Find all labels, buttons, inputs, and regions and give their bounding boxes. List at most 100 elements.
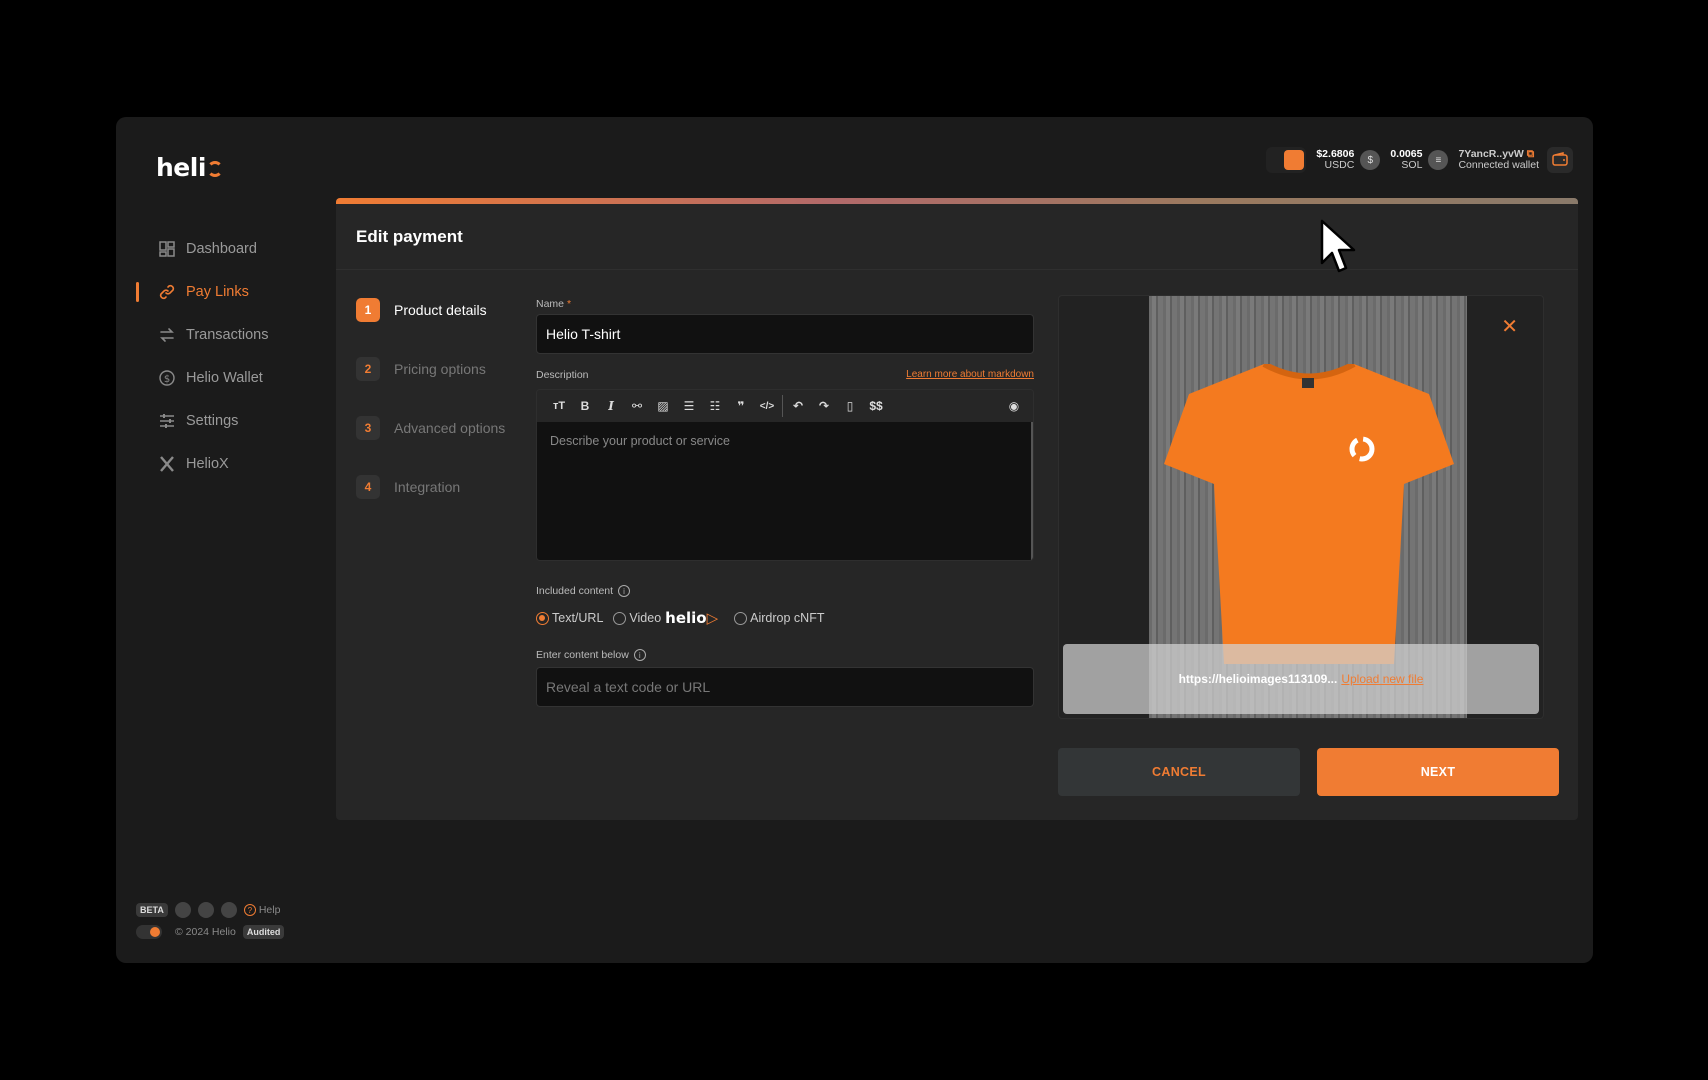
radio-button [734,611,748,625]
sidebar-item-heliox[interactable]: HelioX [116,442,326,485]
included-content-label: Included content i [536,583,1034,599]
image-icon[interactable]: ▨ [650,395,676,417]
sidebar-item-helio-wallet[interactable]: $ Helio Wallet [116,356,326,399]
italic-icon[interactable]: I [598,395,624,417]
step-advanced-options[interactable]: 3 Advanced options [356,416,505,440]
sidebar-nav: Dashboard Pay Links Transactions $ Helio… [116,227,326,485]
link-icon [158,283,176,301]
beta-badge: BETA [136,903,168,917]
radio-label: Video [629,611,662,625]
page-title: Edit payment [336,204,1578,270]
sidebar-item-label: Helio Wallet [186,369,263,386]
store-icon [1284,150,1305,170]
step-label: Pricing options [394,361,486,377]
x-icon [158,455,176,473]
theme-toggle[interactable] [136,925,162,939]
helio-video-logo: helio▷ [665,609,719,627]
usdc-coin-icon: $ [1360,150,1381,170]
form-actions: CANCEL NEXT [1058,748,1559,796]
heading-icon[interactable]: ᴛT [546,395,572,417]
upload-new-file-link[interactable]: Upload new file [1341,672,1423,686]
sidebar-item-label: Settings [186,412,239,429]
sidebar-item-label: Pay Links [186,283,249,300]
markdown-help-link[interactable]: Learn more about markdown [906,369,1034,385]
name-field[interactable]: Helio T-shirt [536,314,1034,354]
stepper: 1 Product details 2 Pricing options 3 Advan… [356,298,505,534]
content-type-radios: Text/URL Video helio▷ Airdrop cNFT [536,609,1034,627]
store-button[interactable] [1266,147,1307,173]
usdc-label: USDC [1324,159,1355,171]
dollar-math-button[interactable]: $$ [863,395,889,417]
topbar-balances: $2.6806 USDC $ 0.0065 SOL ≡ 7YancR..yvW ⧉ C… [1266,147,1573,173]
transfer-arrows-icon [158,326,176,344]
content-input[interactable]: Reveal a text code or URL [536,667,1034,707]
image-preview: ✕ https://helioimages113109... Upload ne… [1058,295,1544,719]
radio-button [536,611,549,625]
close-icon[interactable]: ✕ [1501,314,1518,339]
telegram-icon[interactable] [220,902,237,918]
bullet-list-icon[interactable]: ☰ [676,395,702,417]
connected-wallet[interactable]: 7YancR..yvW ⧉ Connected wallet [1458,149,1539,171]
x-social-icon[interactable] [197,902,214,918]
step-number: 2 [356,357,380,381]
discord-icon[interactable] [174,902,191,918]
preview-eye-icon[interactable]: ◉ [1001,395,1027,417]
sidebar-item-settings[interactable]: Settings [116,399,326,442]
sidebar-item-pay-links[interactable]: Pay Links [116,270,326,313]
bold-icon[interactable]: B [572,395,598,417]
radio-button [613,611,627,625]
help-icon: ? [243,904,256,916]
dashboard-icon [158,240,176,258]
radio-airdrop-cnft[interactable]: Airdrop cNFT [734,611,824,625]
step-number: 1 [356,298,380,322]
wallet-button[interactable] [1547,147,1573,173]
sidebar-item-label: HelioX [186,455,229,472]
usdc-balance: $2.6806 USDC $ [1316,149,1381,171]
audited-badge[interactable]: Audited [242,925,285,939]
undo-icon[interactable]: ↶ [785,395,811,417]
step-number: 4 [356,475,380,499]
sidebar-item-transactions[interactable]: Transactions [116,313,326,356]
info-icon[interactable]: i [633,649,646,661]
quote-icon[interactable]: ❞ [728,395,754,417]
info-icon[interactable]: i [618,585,631,597]
svg-text:$: $ [164,374,170,385]
sidebar-item-label: Dashboard [186,240,257,257]
copyright-text: © 2024 Helio [175,926,236,938]
step-product-details[interactable]: 1 Product details [356,298,505,322]
delete-icon[interactable]: ▯ [837,395,863,417]
sliders-icon [158,412,176,430]
app-window: heli Dashboard Pay Links Transactions $ … [116,117,1593,963]
toolbar-divider [782,395,783,417]
next-button[interactable]: NEXT [1317,748,1559,796]
image-url: https://helioimages113109... [1178,672,1338,686]
step-number: 3 [356,416,380,440]
help-link[interactable]: ? Help [243,904,280,916]
name-label: Name * [536,298,572,310]
wallet-label: Connected wallet [1458,159,1539,171]
image-url-bar: https://helioimages113109... Upload new … [1063,644,1539,714]
product-form: Name * Helio T-shirt Description Learn m… [536,298,1034,707]
step-pricing-options[interactable]: 2 Pricing options [356,357,505,381]
radio-text-url[interactable]: Text/URL [536,611,603,625]
redo-icon[interactable]: ↷ [811,395,837,417]
edit-payment-panel: Edit payment 1 Product details 2 Pricing o… [336,198,1578,820]
radio-label: Text/URL [552,611,604,625]
sol-coin-icon: ≡ [1428,150,1449,170]
orange-tshirt-image [1164,364,1454,664]
cancel-button[interactable]: CANCEL [1058,748,1300,796]
step-label: Advanced options [394,420,506,436]
step-integration[interactable]: 4 Integration [356,475,505,499]
code-icon[interactable]: </> [754,395,780,417]
radio-video[interactable]: Video helio▷ [613,609,724,627]
description-textarea[interactable]: Describe your product or service [537,422,1033,560]
sidebar-item-dashboard[interactable]: Dashboard [116,227,326,270]
link-icon[interactable]: ⚯ [624,395,650,417]
radio-label: Airdrop cNFT [750,611,825,625]
numbered-list-icon[interactable]: ☷ [702,395,728,417]
description-editor: ᴛT B I ⚯ ▨ ☰ ☷ ❞ </> ↶ ↷ ▯ $$ ◉ Describe… [536,389,1034,561]
helio-logo[interactable]: heli [156,153,223,182]
mouse-cursor-icon [1320,219,1356,273]
description-label: Description [536,369,589,381]
wallet-icon [1552,151,1568,169]
